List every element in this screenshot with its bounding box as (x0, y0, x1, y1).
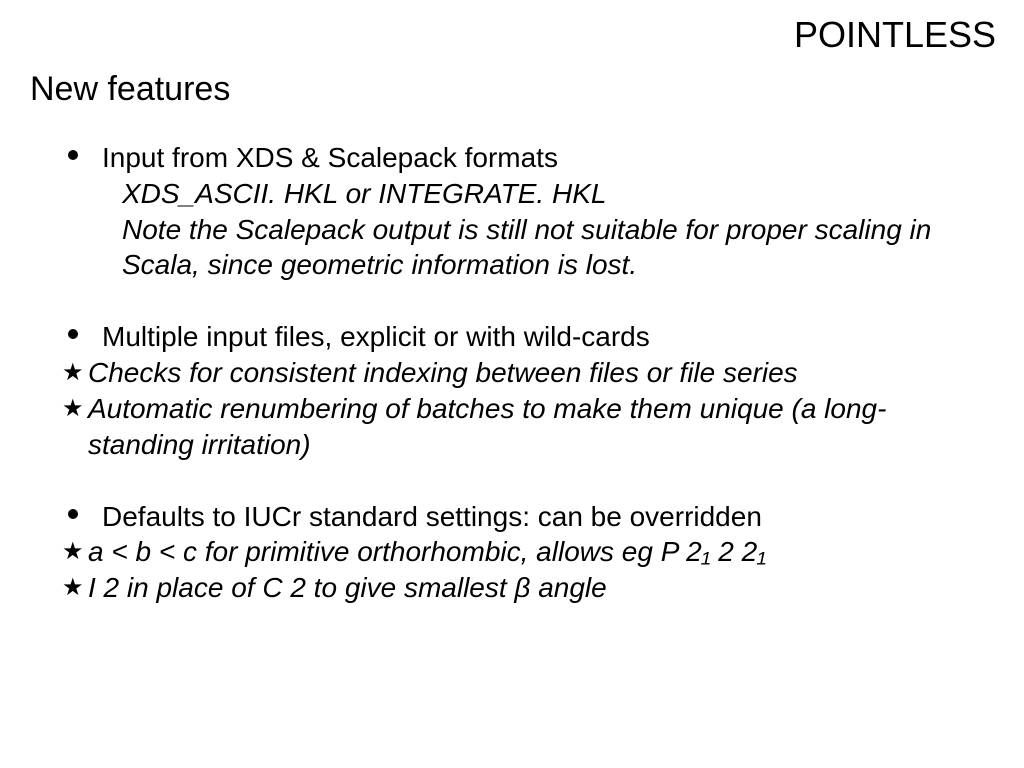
feature-block: Multiple input files, explicit or with w… (62, 319, 988, 462)
bullet-item: Input from XDS & Scalepack formats (62, 140, 988, 176)
feature-block: Input from XDS & Scalepack formats XDS_A… (62, 140, 988, 283)
star-text: Checks for consistent indexing between f… (88, 357, 798, 388)
bullet-item: Defaults to IUCr standard settings: can … (62, 499, 988, 535)
page-subtitle: New features (30, 70, 230, 109)
star-icon: ★ (62, 355, 84, 391)
star-icon: ★ (62, 534, 84, 570)
bullet-text: Defaults to IUCr standard settings: can … (102, 501, 762, 532)
bullet-icon (68, 150, 78, 160)
bullet-text: Multiple input files, explicit or with w… (102, 321, 650, 352)
star-icon: ★ (62, 391, 84, 427)
page-title-right: POINTLESS (794, 14, 996, 56)
bullet-icon (68, 509, 78, 519)
star-text: Automatic renumbering of batches to make… (88, 393, 886, 460)
star-text: a < b < c for primitive orthorhombic, al… (88, 536, 766, 567)
slide: POINTLESS New features Input from XDS & … (0, 0, 1024, 768)
star-text: I 2 in place of C 2 to give smallest β a… (88, 572, 607, 603)
content-area: Input from XDS & Scalepack formats XDS_A… (62, 140, 988, 642)
bullet-item: Multiple input files, explicit or with w… (62, 319, 988, 355)
star-item: ★ Checks for consistent indexing between… (62, 355, 988, 391)
star-item: ★ I 2 in place of C 2 to give smallest β… (62, 570, 988, 606)
indented-note: Note the Scalepack output is still not s… (62, 212, 988, 284)
star-item: ★ Automatic renumbering of batches to ma… (62, 391, 988, 463)
star-icon: ★ (62, 570, 84, 606)
bullet-text: Input from XDS & Scalepack formats (102, 142, 558, 173)
feature-block: Defaults to IUCr standard settings: can … (62, 499, 988, 606)
indented-note: XDS_ASCII. HKL or INTEGRATE. HKL (62, 176, 988, 212)
star-item: ★ a < b < c for primitive orthorhombic, … (62, 534, 988, 570)
bullet-icon (68, 329, 78, 339)
